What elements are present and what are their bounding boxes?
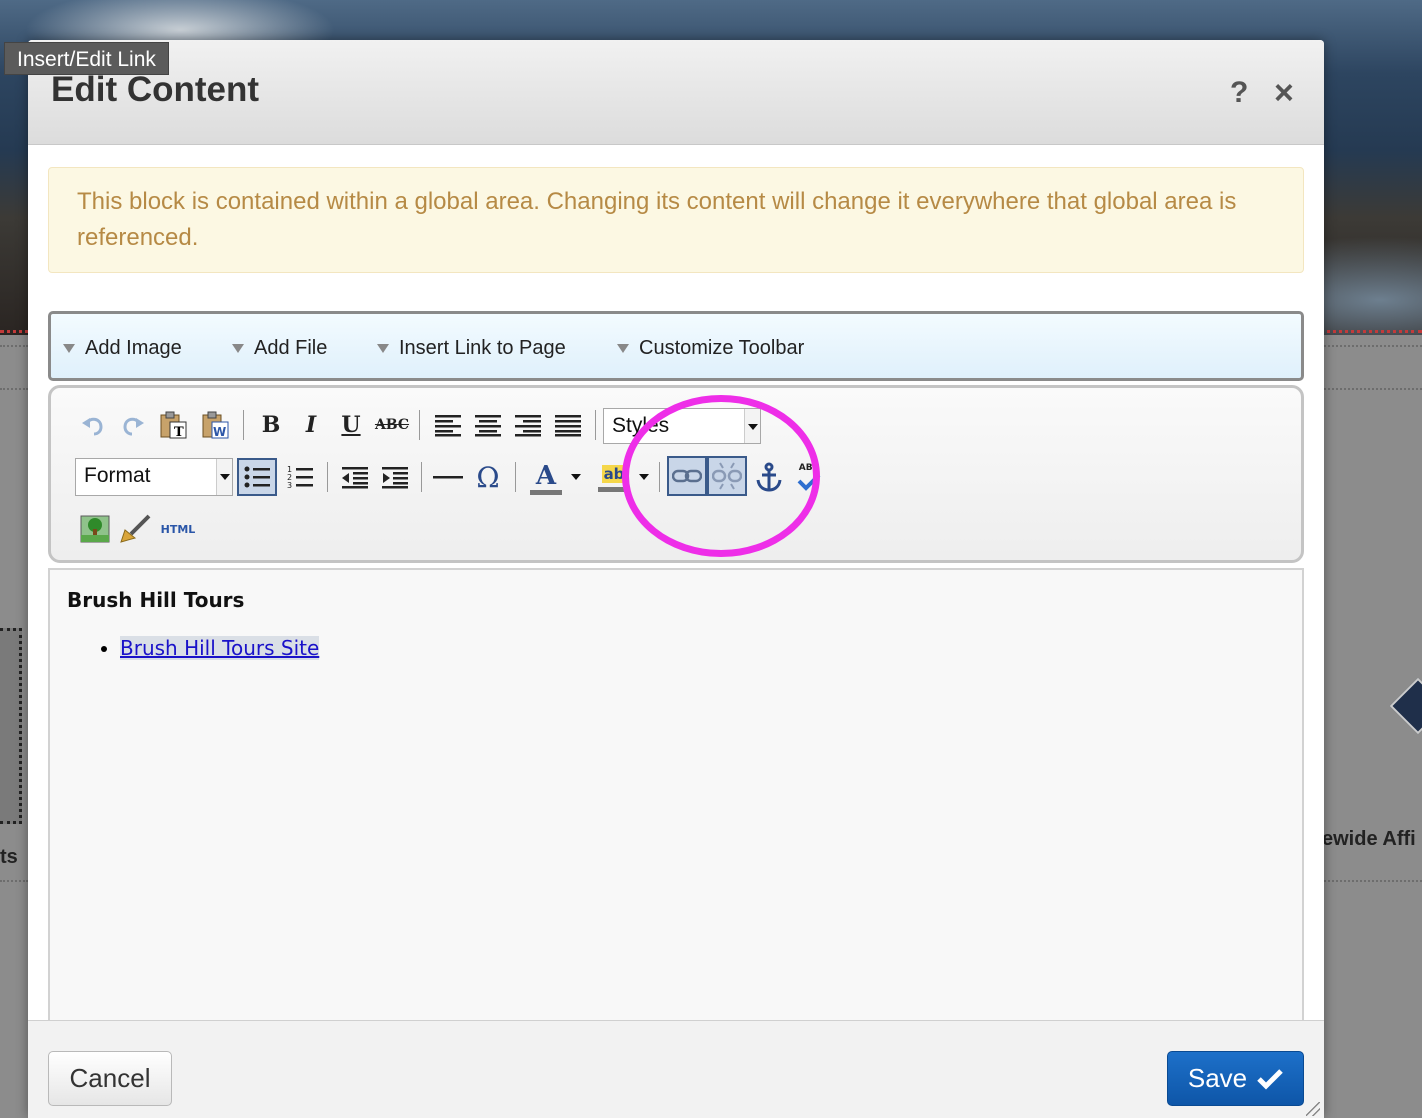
insert-link-to-page-label: Insert Link to Page bbox=[399, 337, 566, 359]
format-dropdown[interactable]: Format bbox=[75, 458, 233, 496]
chevron-down-icon bbox=[744, 409, 760, 443]
background-divider bbox=[0, 880, 28, 882]
anchor-icon[interactable] bbox=[751, 458, 787, 496]
spellcheck-glyph: ABC bbox=[798, 463, 820, 473]
cancel-button[interactable]: Cancel bbox=[48, 1051, 172, 1106]
align-left-icon[interactable] bbox=[431, 408, 465, 442]
insert-link-to-page-button[interactable]: Insert Link to Page bbox=[377, 337, 566, 360]
color-swatch bbox=[598, 486, 630, 492]
highlight-glyph: ab bbox=[601, 464, 627, 483]
styles-dropdown[interactable]: Styles bbox=[603, 408, 761, 444]
background-divider bbox=[0, 345, 28, 347]
horizontal-rule-icon[interactable] bbox=[431, 458, 465, 496]
text-color-glyph: A bbox=[535, 460, 557, 491]
add-file-label: Add File bbox=[254, 337, 328, 359]
customize-toolbar-label: Customize Toolbar bbox=[639, 337, 805, 359]
svg-text:T: T bbox=[174, 425, 184, 439]
save-label: Save bbox=[1187, 1063, 1248, 1093]
toolbar-separator bbox=[243, 410, 244, 440]
styles-dropdown-value: Styles bbox=[612, 414, 670, 437]
outdent-icon[interactable] bbox=[337, 458, 373, 496]
background-text-right: ewide Affi bbox=[1322, 828, 1416, 850]
edit-content-dialog: Edit Content ? × This block is contained… bbox=[28, 40, 1324, 1118]
text-color-icon[interactable]: A bbox=[525, 458, 567, 498]
content-link[interactable]: Brush Hill Tours Site bbox=[120, 636, 320, 660]
help-button[interactable]: ? bbox=[1230, 76, 1248, 110]
underline-icon[interactable]: U bbox=[335, 408, 367, 442]
background-divider bbox=[1324, 880, 1422, 882]
unlink-icon[interactable] bbox=[707, 456, 747, 496]
dropdown-arrow-icon bbox=[377, 344, 389, 354]
background-divider bbox=[0, 388, 28, 390]
bold-icon[interactable]: B bbox=[255, 408, 287, 442]
dialog-header: Edit Content ? × bbox=[28, 40, 1324, 145]
close-button[interactable]: × bbox=[1274, 76, 1294, 110]
chevron-down-icon[interactable] bbox=[637, 458, 651, 494]
content-heading: Brush Hill Tours bbox=[67, 588, 245, 612]
special-char-icon[interactable]: Ω bbox=[471, 458, 505, 496]
link-icon[interactable] bbox=[667, 456, 707, 496]
toolbar-separator bbox=[419, 410, 420, 440]
customize-toolbar-button[interactable]: Customize Toolbar bbox=[617, 337, 804, 360]
dropdown-arrow-icon bbox=[232, 344, 244, 354]
add-file-button[interactable]: Add File bbox=[232, 337, 327, 360]
spellcheck-icon[interactable]: ABC bbox=[789, 458, 829, 496]
paste-text-icon[interactable]: T bbox=[155, 408, 191, 442]
background-block bbox=[0, 628, 22, 824]
background-text-left: ts bbox=[0, 846, 18, 868]
svg-text:3: 3 bbox=[287, 481, 292, 490]
list-item: Brush Hill Tours Site bbox=[120, 636, 320, 660]
svg-text:W: W bbox=[213, 425, 226, 439]
highlight-color-icon[interactable]: ab bbox=[591, 458, 637, 498]
link-tooltip: Insert/Edit Link bbox=[4, 42, 169, 75]
toolbar-separator bbox=[327, 462, 328, 492]
strikethrough-icon[interactable]: ABC bbox=[373, 408, 411, 442]
align-justify-icon[interactable] bbox=[551, 408, 585, 442]
toolbar-separator bbox=[515, 462, 516, 492]
image-icon[interactable] bbox=[77, 510, 113, 548]
dropdown-arrow-icon bbox=[63, 344, 75, 354]
color-swatch bbox=[530, 489, 562, 495]
clean-format-icon[interactable] bbox=[117, 510, 153, 548]
align-center-icon[interactable] bbox=[471, 408, 505, 442]
chevron-down-icon[interactable] bbox=[569, 458, 583, 494]
add-image-label: Add Image bbox=[85, 337, 182, 359]
content-list: Brush Hill Tours Site bbox=[120, 636, 320, 660]
toolbar-separator bbox=[421, 462, 422, 492]
resize-handle-icon[interactable] bbox=[1306, 1102, 1320, 1116]
background-divider bbox=[1324, 388, 1422, 390]
rich-text-toolbar: T W B I U ABC Styles Format 1 2 3 Ω A ab… bbox=[48, 385, 1304, 563]
editor-content-area[interactable]: Brush Hill Tours Brush Hill Tours Site bbox=[48, 568, 1304, 1088]
redo-icon[interactable] bbox=[117, 408, 149, 442]
global-area-warning: This block is contained within a global … bbox=[48, 167, 1304, 273]
dialog-title: Edit Content bbox=[51, 70, 260, 109]
format-dropdown-value: Format bbox=[84, 464, 151, 487]
add-image-button[interactable]: Add Image bbox=[63, 337, 182, 360]
chevron-down-icon bbox=[216, 459, 232, 495]
background-divider bbox=[1324, 345, 1422, 347]
undo-icon[interactable] bbox=[77, 408, 109, 442]
paste-word-icon[interactable]: W bbox=[197, 408, 233, 442]
indent-icon[interactable] bbox=[377, 458, 413, 496]
align-right-icon[interactable] bbox=[511, 408, 545, 442]
save-button[interactable]: Save bbox=[1167, 1051, 1304, 1106]
numbered-list-icon[interactable]: 123 bbox=[281, 458, 319, 496]
toolbar-separator bbox=[659, 462, 660, 492]
italic-icon[interactable]: I bbox=[295, 408, 327, 442]
editor-plugin-toolbar: Add Image Add File Insert Link to Page C… bbox=[48, 311, 1304, 381]
html-source-icon[interactable]: HTML bbox=[155, 510, 201, 548]
checkmark-icon bbox=[1257, 1068, 1283, 1090]
dropdown-arrow-icon bbox=[617, 344, 629, 354]
dialog-footer: Cancel Save bbox=[28, 1020, 1324, 1118]
bulleted-list-icon[interactable] bbox=[237, 458, 277, 496]
toolbar-separator bbox=[595, 410, 596, 440]
